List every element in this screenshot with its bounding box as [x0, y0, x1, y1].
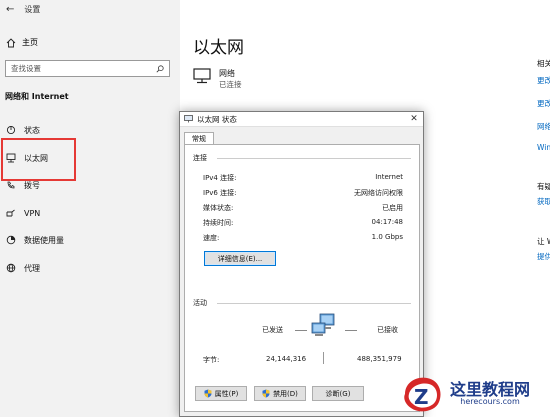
general-panel: 连接 IPv4 连接: Internet IPv6 连接: 无网络访问权限 媒体… — [184, 144, 420, 412]
row-label: IPv4 连接: — [203, 174, 237, 182]
disable-button[interactable]: 禁用(D) — [254, 386, 306, 401]
related-link[interactable]: 更改 — [537, 75, 550, 86]
title-bar: ← 设置 — [6, 4, 40, 15]
status-icon — [6, 125, 16, 135]
properties-button[interactable]: 属性(P) — [195, 386, 247, 401]
sidebar-item-label: 状态 — [24, 125, 40, 135]
row-label: IPv6 连接: — [203, 189, 237, 197]
details-button[interactable]: 详细信息(E)... — [204, 251, 276, 266]
watermark-text: 这里教程网 herecours.com — [450, 381, 530, 407]
row-value: 无网络访问权限 — [354, 189, 403, 197]
sidebar-item-vpn[interactable]: VPN — [6, 206, 40, 220]
divider — [217, 157, 411, 159]
nav-home[interactable]: 主页 — [6, 37, 38, 48]
nav-home-label: 主页 — [22, 38, 38, 47]
search-icon — [156, 64, 164, 72]
sidebar-item-label: 数据使用量 — [24, 235, 64, 245]
dialup-icon — [7, 181, 15, 189]
help-heading: 有疑 — [537, 182, 550, 191]
diagnose-button[interactable]: 诊断(G) — [312, 386, 364, 401]
section-title: 网络和 Internet — [5, 92, 69, 101]
row-value: Internet — [375, 173, 403, 181]
search-placeholder: 查找设置 — [11, 64, 41, 73]
network-monitor-icon — [193, 68, 211, 84]
watermark-cn: 这里教程网 — [450, 379, 531, 399]
close-icon[interactable]: ✕ — [405, 114, 423, 124]
received-line — [345, 330, 357, 331]
sidebar-item-label: 代理 — [24, 263, 40, 273]
network-connection[interactable]: 网络 已连接 — [193, 68, 242, 90]
info-row: IPv6 连接: 无网络访问权限 — [203, 188, 403, 198]
row-value: 04:17:48 — [371, 218, 403, 226]
sidebar: ← 设置 主页 查找设置 网络和 Internet 状态 以太网 拨号 VPN … — [0, 0, 180, 417]
row-label: 媒体状态: — [203, 204, 234, 212]
search-input[interactable]: 查找设置 — [5, 60, 170, 77]
watermark: Z 这里教程网 herecours.com — [399, 374, 530, 414]
row-label: 持续时间: — [203, 219, 234, 227]
proxy-icon — [6, 263, 16, 273]
connection-header: 连接 — [193, 154, 207, 162]
highlight-box — [1, 138, 76, 181]
bytes-sent-value: 24,144,316 — [266, 355, 307, 363]
activity-divider — [323, 352, 324, 364]
related-link[interactable]: Win — [537, 143, 550, 152]
properties-label: 属性(P) — [214, 389, 239, 398]
data-usage-icon — [6, 235, 16, 245]
info-row: IPv4 连接: Internet — [203, 173, 403, 183]
divider — [217, 302, 411, 304]
sidebar-item-proxy[interactable]: 代理 — [6, 261, 40, 275]
watermark-en: herecours.com — [460, 397, 520, 407]
settings-window: ← 设置 主页 查找设置 网络和 Internet 状态 以太网 拨号 VPN … — [0, 0, 550, 417]
activity-header: 活动 — [193, 299, 207, 307]
feedback-link[interactable]: 提供 — [537, 251, 550, 262]
info-row: 持续时间: 04:17:48 — [203, 218, 403, 228]
help-link[interactable]: 获取 — [537, 196, 550, 207]
sent-label: 已发送 — [262, 326, 283, 334]
sidebar-item-label: VPN — [24, 208, 41, 218]
network-computers-icon — [311, 313, 335, 336]
sent-line — [295, 330, 307, 331]
network-status: 已连接 — [219, 80, 242, 89]
home-icon — [6, 37, 16, 47]
window-title: 设置 — [24, 5, 41, 14]
watermark-logo: Z — [404, 377, 441, 412]
sidebar-item-status[interactable]: 状态 — [6, 123, 40, 137]
feedback-heading: 让 W — [537, 237, 550, 246]
bytes-received-value: 488,351,979 — [357, 355, 402, 363]
info-row: 速度: 1.0 Gbps — [203, 233, 403, 243]
connection-group: 连接 — [193, 153, 411, 163]
dialog-title: 以太网 状态 — [197, 114, 237, 124]
shield-icon — [204, 389, 212, 398]
related-link[interactable]: 更改 — [537, 98, 550, 109]
received-label: 已接收 — [377, 326, 398, 334]
watermark-letter: Z — [414, 385, 429, 409]
shield-icon — [262, 389, 270, 398]
row-value: 1.0 Gbps — [371, 233, 403, 241]
dialog-title-bar: 以太网 状态 ✕ — [180, 112, 423, 127]
related-settings-heading: 相关 — [537, 59, 550, 68]
ethernet-status-dialog: 以太网 状态 ✕ 常规 连接 IPv4 连接: Internet IPv6 连接… — [179, 111, 424, 417]
related-link[interactable]: 网络 — [537, 121, 550, 132]
back-arrow-icon[interactable]: ← — [6, 4, 14, 15]
bytes-label: 字节: — [203, 356, 220, 364]
info-row: 媒体状态: 已启用 — [203, 203, 403, 213]
row-value: 已启用 — [382, 204, 403, 212]
disable-label: 禁用(D) — [273, 389, 298, 398]
row-label: 速度: — [203, 234, 220, 242]
vpn-icon — [6, 209, 15, 217]
network-name: 网络 — [219, 69, 235, 78]
network-adapter-icon — [184, 115, 193, 123]
sidebar-item-data-usage[interactable]: 数据使用量 — [6, 233, 64, 247]
activity-group: 活动 — [193, 298, 411, 308]
sidebar-item-label: 拨号 — [24, 180, 40, 190]
page-title: 以太网 — [193, 38, 244, 58]
